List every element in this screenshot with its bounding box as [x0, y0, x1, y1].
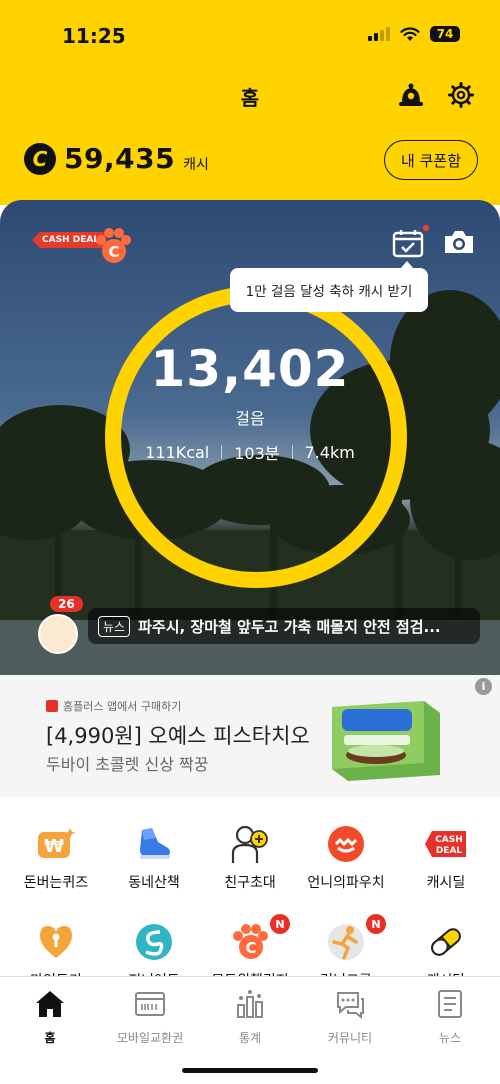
news-tag: 뉴스	[98, 615, 131, 637]
cash-unit: 캐시	[183, 156, 209, 173]
cashdeal-tag-label: CASH DEAL	[42, 235, 100, 245]
tab-community[interactable]: 커뮤니티	[300, 987, 400, 1046]
news-icon	[433, 987, 467, 1021]
new-badge: N	[270, 914, 290, 934]
calendar-notification-dot	[423, 225, 429, 231]
status-time: 11:25	[62, 24, 126, 48]
person-plus-icon	[228, 822, 272, 866]
tab-label: 뉴스	[438, 1031, 462, 1045]
shortcut-grid: ₩ 돈버는퀴즈 동네산책 친구초대 언니의파우치 CASHDEAL 캐시딜 마인…	[0, 816, 500, 982]
paw-coin-icon: C N	[228, 914, 290, 964]
swirl-icon	[132, 920, 176, 964]
pill-icon	[424, 920, 468, 964]
step-count-label: 걸음	[235, 409, 265, 428]
tab-label: 모바일교환권	[116, 1031, 184, 1045]
home-icon	[33, 987, 67, 1021]
ad-source-label: 홈플러스 앱에서 구매하기	[63, 700, 182, 713]
top-header: 11:25 74 홈 C 59,435 캐시 내 쿠폰함	[0, 0, 500, 205]
pouch-icon	[324, 822, 368, 866]
cashdeal-icon: CASH DEAL	[424, 822, 468, 866]
stats-icon	[233, 987, 267, 1021]
news-ticker[interactable]: 뉴스 파주시, 장마철 앞두고 가축 매몰지 안전 점검...	[88, 608, 480, 644]
tab-label: 통계	[238, 1031, 262, 1045]
cashtalk-button[interactable]: 26	[36, 596, 83, 656]
cash-amount: 59,435	[64, 142, 176, 175]
step-count: 13,402	[150, 340, 350, 398]
calories-value: 111Kcal	[145, 442, 210, 462]
runner-icon: N	[324, 914, 386, 964]
ad-banner[interactable]: 홈플러스 앱에서 구매하기 [4,990원] 오예스 피스타치오 두바이 초콜렛…	[0, 675, 500, 797]
cash-coin-icon: C	[24, 142, 56, 175]
voucher-icon	[133, 987, 167, 1021]
duration-value: 103분	[234, 444, 280, 463]
status-icons: 74	[368, 26, 460, 42]
cash-balance[interactable]: C 59,435 캐시	[24, 142, 209, 175]
step-hero-card: CASH DEAL C 1만 걸음 달성 축하 캐시 받기 13,402 걸음 …	[0, 200, 500, 675]
shortcut-neighborhood-walk[interactable]: 동네산책	[104, 822, 204, 892]
tab-home[interactable]: 홈	[0, 987, 100, 1046]
chat-icon	[333, 987, 367, 1021]
shortcut-label: 친구초대	[224, 875, 276, 891]
shortcut-invite-friends[interactable]: 친구초대	[200, 822, 300, 892]
sneaker-icon	[132, 822, 176, 866]
ad-title: [4,990원] 오예스 피스타치오	[46, 724, 310, 748]
alarm-bell-icon[interactable]	[396, 80, 426, 110]
ad-subtitle: 두바이 초콜렛 신상 짝꿍	[46, 755, 209, 774]
camera-icon[interactable]	[442, 228, 476, 256]
keyhole-heart-icon	[34, 920, 78, 964]
paw-coin-icon[interactable]: C	[93, 228, 133, 264]
svg-text:₩: ₩	[44, 836, 64, 857]
shortcut-running-crew[interactable]: N 러닝크루	[296, 914, 396, 982]
step-progress-ring[interactable]	[105, 286, 407, 588]
my-coupon-button[interactable]: 내 쿠폰함	[384, 140, 478, 180]
shortcut-sister-pouch[interactable]: 언니의파우치	[296, 822, 396, 892]
news-count-badge: 26	[50, 596, 83, 612]
shortcut-label: 캐시딜	[426, 875, 466, 891]
won-coin-icon: ₩	[34, 822, 78, 866]
tab-label: 홈	[44, 1031, 56, 1045]
cashtalk-character-icon	[38, 614, 78, 654]
distance-value: 7.4km	[304, 442, 355, 462]
shortcut-genie-diet[interactable]: 지니어트	[104, 920, 204, 982]
shortcut-label: 동네산책	[128, 875, 180, 891]
svg-text:C: C	[108, 243, 119, 261]
homeplus-logo-icon	[46, 700, 58, 712]
home-indicator	[182, 1068, 318, 1073]
ad-source: 홈플러스 앱에서 구매하기	[46, 698, 181, 714]
gear-icon[interactable]	[446, 80, 476, 110]
ad-info-icon[interactable]: i	[475, 678, 492, 695]
svg-text:CASH: CASH	[435, 835, 463, 845]
shortcut-challenge[interactable]: C N 모드위챌리지	[200, 914, 300, 982]
svg-text:C: C	[245, 939, 256, 957]
shortcut-money-quiz[interactable]: ₩ 돈버는퀴즈	[6, 822, 106, 892]
news-headline: 파주시, 장마철 앞두고 가축 매몰지 안전 점검...	[138, 617, 441, 636]
cellular-signal-icon	[368, 27, 390, 41]
product-box-image	[332, 701, 440, 781]
stats-divider	[221, 445, 223, 459]
tab-stats[interactable]: 통계	[200, 987, 300, 1046]
tab-label: 커뮤니티	[327, 1031, 373, 1045]
battery-indicator: 74	[430, 26, 460, 42]
activity-stats: 111Kcal 103분 7.4km	[0, 440, 500, 464]
svg-text:DEAL: DEAL	[436, 846, 463, 856]
shortcut-mindkey[interactable]: 마인드키	[6, 920, 106, 982]
new-badge: N	[366, 914, 386, 934]
wifi-icon	[400, 26, 420, 41]
stats-divider	[291, 445, 293, 459]
tab-news[interactable]: 뉴스	[400, 987, 500, 1046]
shortcut-label: 언니의파우치	[307, 875, 385, 891]
shortcut-label: 돈버는퀴즈	[23, 875, 89, 891]
reward-tooltip[interactable]: 1만 걸음 달성 축하 캐시 받기	[230, 261, 428, 312]
shortcut-cashdeal[interactable]: CASH DEAL 캐시딜	[396, 822, 496, 892]
shortcut-cashdoc[interactable]: 캐시닥	[396, 920, 496, 982]
calendar-check-icon[interactable]	[392, 228, 424, 258]
tab-mobile-voucher[interactable]: 모바일교환권	[100, 987, 200, 1046]
